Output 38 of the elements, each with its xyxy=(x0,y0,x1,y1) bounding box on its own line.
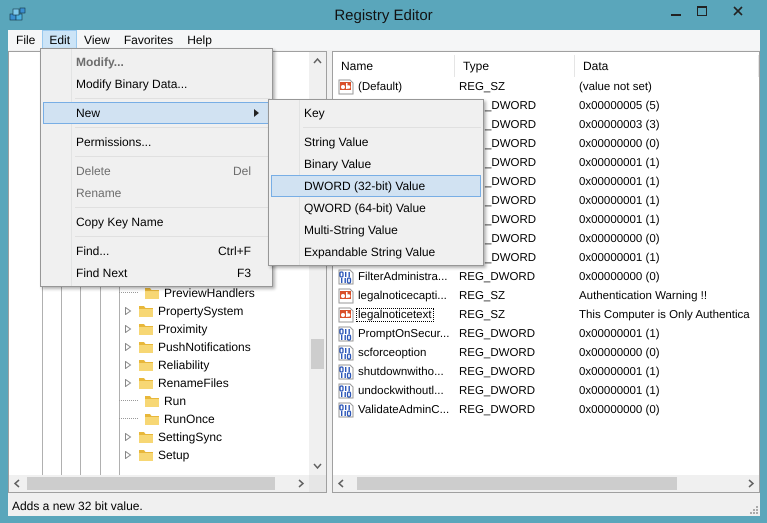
value-type: _DWORD xyxy=(484,232,536,244)
value-type: REG_DWORD xyxy=(458,404,536,416)
value-type: _DWORD xyxy=(484,214,536,226)
value-type: REG_DWORD xyxy=(458,270,536,282)
window-title: Registry Editor xyxy=(334,7,433,24)
value-data: 0x00000005 (5) xyxy=(578,100,660,112)
value-data: 0x00000001 (1) xyxy=(578,156,660,168)
value-data: 0x00000001 (1) xyxy=(578,214,660,226)
value-data: 0x00000000 (0) xyxy=(578,404,660,416)
value-data: 0x00000003 (3) xyxy=(578,118,660,130)
value-data: 0x00000001 (1) xyxy=(578,384,660,396)
value-data: 0x00000001 (1) xyxy=(578,176,660,188)
value-type: _DWORD xyxy=(484,176,536,188)
value-type: REG_SZ xyxy=(458,308,506,320)
value-data: 0x00000000 (0) xyxy=(578,346,660,358)
value-type: REG_DWORD xyxy=(458,366,536,378)
value-data: (value not set) xyxy=(578,80,652,92)
value-data: 0x00000001 (1) xyxy=(578,328,660,340)
value-data: 0x00000000 (0) xyxy=(578,232,660,244)
value-data: This Computer is Only Authentica xyxy=(578,308,750,320)
value-data: 0x00000001 (1) xyxy=(578,252,660,264)
value-data: Authentication Warning !! xyxy=(578,290,708,302)
value-type: _DWORD xyxy=(484,156,536,168)
value-type: REG_SZ xyxy=(458,80,506,92)
value-type: _DWORD xyxy=(484,118,536,130)
value-data: 0x00000000 (0) xyxy=(578,138,660,150)
value-type: _DWORD xyxy=(484,100,536,112)
value-type: _DWORD xyxy=(484,194,536,206)
value-data: 0x00000001 (1) xyxy=(578,366,660,378)
value-type: _DWORD xyxy=(484,138,536,150)
value-type: _DWORD xyxy=(484,252,536,264)
value-type: REG_DWORD xyxy=(458,328,536,340)
value-type: REG_DWORD xyxy=(458,384,536,396)
value-type: REG_SZ xyxy=(458,290,506,302)
status-text: Adds a new 32 bit value. xyxy=(12,498,143,512)
value-data: 0x00000001 (1) xyxy=(578,194,660,206)
value-type: REG_DWORD xyxy=(458,346,536,358)
value-data: 0x00000000 (0) xyxy=(578,270,660,282)
